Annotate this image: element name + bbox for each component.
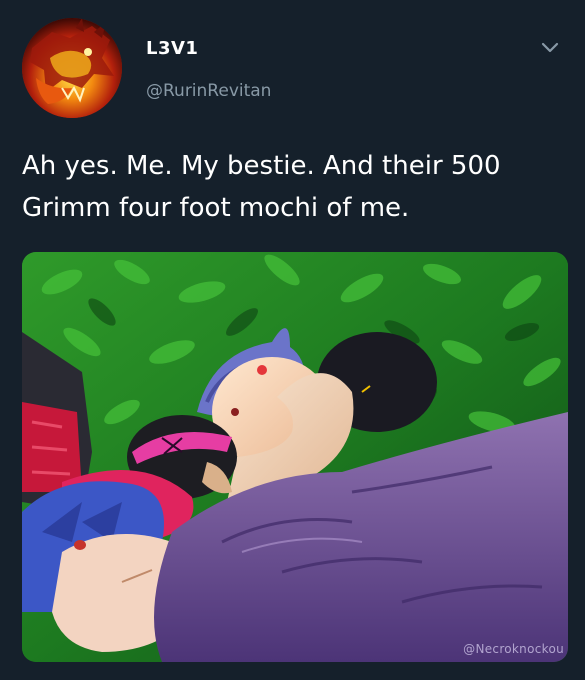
avatar[interactable]	[22, 18, 122, 118]
artist-watermark: @Necroknockou	[463, 642, 564, 656]
chevron-down-icon[interactable]	[540, 40, 560, 54]
tweet-text: Ah yes. Me. My bestie. And their 500 Gri…	[22, 151, 501, 223]
tweet: L3V1 @RurinRevitan Ah yes. Me. My bestie…	[0, 0, 585, 680]
tweet-media-image[interactable]: @Necroknockou	[22, 252, 568, 662]
display-name[interactable]: L3V1	[146, 38, 198, 59]
dragon-avatar-image	[22, 18, 122, 118]
user-handle[interactable]: @RurinRevitan	[146, 81, 271, 101]
illustration	[22, 252, 568, 662]
